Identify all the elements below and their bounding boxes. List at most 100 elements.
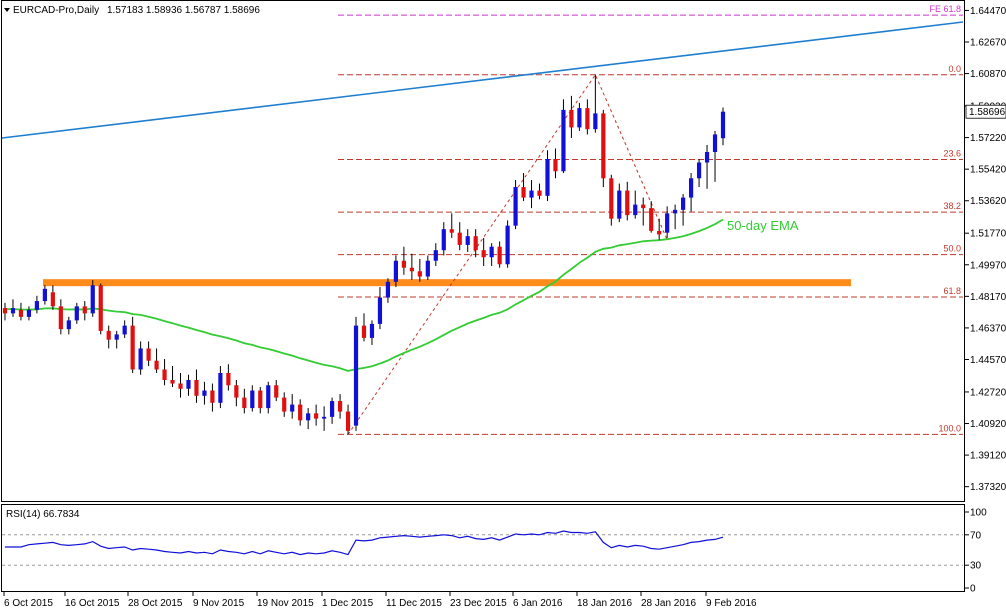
candle-body bbox=[712, 134, 718, 152]
candle bbox=[226, 364, 231, 391]
candle bbox=[282, 392, 287, 417]
candle-body bbox=[170, 380, 175, 384]
candle bbox=[306, 408, 311, 430]
candle-body bbox=[250, 390, 255, 409]
fib-label: 61.8 bbox=[943, 286, 961, 296]
candle bbox=[82, 301, 87, 321]
candle bbox=[34, 295, 40, 314]
candle bbox=[681, 194, 686, 226]
candle-body bbox=[657, 230, 662, 235]
candle bbox=[361, 313, 367, 342]
candle bbox=[10, 299, 16, 317]
candle bbox=[2, 302, 8, 321]
candle-body bbox=[633, 204, 638, 216]
candle-body bbox=[218, 373, 223, 403]
candle-body bbox=[58, 306, 63, 330]
candle bbox=[569, 95, 574, 138]
candle-body bbox=[425, 260, 430, 277]
price-axis: 1.644701.626701.608701.590201.572201.554… bbox=[965, 6, 1006, 493]
candle-body bbox=[417, 271, 422, 277]
candle-body bbox=[98, 285, 103, 331]
candle-body bbox=[561, 109, 566, 172]
time-tick-label: 1 Dec 2015 bbox=[322, 598, 374, 609]
candle bbox=[210, 383, 215, 412]
price-tick-label: 1.53620 bbox=[970, 196, 1006, 207]
last-price-marker: 1.58696 bbox=[965, 104, 1006, 119]
candle-body bbox=[497, 246, 502, 265]
candle-body bbox=[226, 373, 231, 386]
candle-body bbox=[577, 108, 582, 128]
candle bbox=[457, 222, 462, 251]
candle bbox=[417, 258, 422, 282]
candle bbox=[585, 99, 590, 135]
candle-body bbox=[361, 325, 367, 338]
candle bbox=[345, 404, 351, 435]
candle bbox=[162, 358, 167, 386]
candle-body bbox=[545, 158, 550, 196]
candle bbox=[688, 173, 694, 212]
candle-body bbox=[641, 204, 646, 209]
candle bbox=[593, 74, 598, 133]
candle-body bbox=[345, 411, 351, 431]
candle-body bbox=[704, 151, 710, 163]
candle-body bbox=[433, 250, 438, 261]
fib-label: 0.0 bbox=[948, 64, 961, 74]
candle bbox=[66, 316, 71, 335]
candle bbox=[720, 107, 726, 146]
candle bbox=[274, 380, 279, 402]
candle-body bbox=[18, 309, 24, 317]
candle-body bbox=[282, 397, 287, 412]
price-tick-label: 1.62670 bbox=[970, 37, 1006, 48]
candle bbox=[258, 387, 263, 414]
time-tick-label: 19 Nov 2015 bbox=[257, 598, 314, 609]
candle-body bbox=[314, 413, 319, 419]
candle-body bbox=[569, 109, 574, 128]
candle bbox=[425, 255, 430, 281]
price-chart[interactable]: EURCAD-Pro,Daily 1.57183 1.58936 1.56787… bbox=[0, 0, 1006, 612]
candle bbox=[266, 381, 271, 414]
rsi-tick-label: 70 bbox=[970, 530, 982, 541]
candle bbox=[250, 385, 255, 412]
candle bbox=[696, 158, 702, 188]
candle-body bbox=[473, 236, 478, 251]
candle bbox=[633, 190, 638, 219]
price-tick-label: 1.42720 bbox=[970, 387, 1006, 398]
candle-body bbox=[10, 308, 16, 314]
fe-label: FE 61.8 bbox=[929, 4, 961, 14]
candle bbox=[369, 320, 375, 345]
candle-body bbox=[274, 385, 279, 398]
time-axis: 6 Oct 2015 16 Oct 2015 28 Oct 2015 9 Nov 20… bbox=[3, 592, 757, 609]
candle bbox=[58, 299, 63, 335]
candle bbox=[154, 348, 159, 374]
ohlc-header: 1.57183 1.58936 1.56787 1.58696 bbox=[107, 5, 260, 16]
candle-body bbox=[146, 348, 151, 361]
candle bbox=[401, 246, 406, 275]
candle-body bbox=[449, 229, 454, 233]
candle bbox=[377, 287, 383, 330]
candle bbox=[385, 278, 391, 303]
candle bbox=[178, 373, 183, 398]
candle bbox=[657, 218, 662, 240]
candle bbox=[601, 109, 606, 188]
price-tick-label: 1.46370 bbox=[970, 323, 1006, 334]
candle bbox=[50, 285, 55, 310]
candle-body bbox=[673, 209, 678, 214]
candle-body bbox=[585, 108, 590, 130]
candle-body bbox=[2, 308, 8, 314]
candle-body bbox=[130, 325, 135, 370]
candle-body bbox=[353, 325, 359, 426]
resistance-zone-bar bbox=[43, 279, 851, 287]
candle bbox=[170, 365, 175, 388]
rsi-label: RSI(14) 66.7834 bbox=[6, 509, 80, 520]
candle bbox=[545, 150, 550, 202]
candle-body bbox=[369, 323, 375, 338]
candle-body bbox=[34, 301, 40, 310]
candle-body bbox=[441, 229, 446, 251]
candle bbox=[625, 181, 630, 221]
candle-body bbox=[74, 306, 79, 321]
candle-body bbox=[609, 178, 614, 219]
candle bbox=[98, 283, 103, 335]
candle bbox=[704, 144, 710, 189]
candle bbox=[106, 325, 111, 349]
dropdown-triangle-icon[interactable] bbox=[4, 8, 10, 12]
